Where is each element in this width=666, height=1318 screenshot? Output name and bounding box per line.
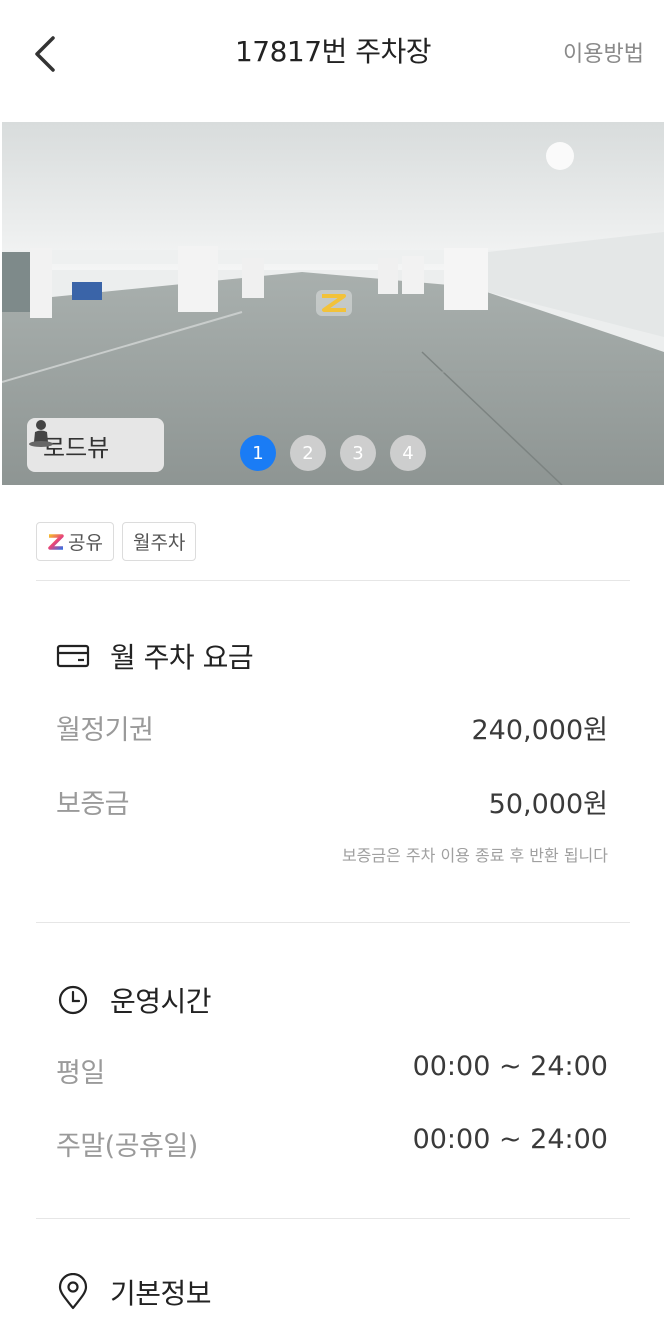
clock-icon <box>58 985 88 1015</box>
weekday-hours: 00:00 ~ 24:00 <box>412 1051 608 1082</box>
usage-guide-link[interactable]: 이용방법 <box>563 36 644 68</box>
location-pin-icon <box>58 1273 88 1310</box>
tag-list: 공유 월주차 <box>36 522 204 561</box>
carousel-pager: 1 2 3 4 <box>240 435 440 471</box>
roadview-button[interactable]: 로드뷰 <box>27 418 164 472</box>
card-icon <box>56 644 90 668</box>
divider <box>36 1218 630 1219</box>
fee-section-title: 월 주차 요금 <box>110 641 254 674</box>
z-logo-icon <box>48 533 64 550</box>
tag-label: 공유 <box>68 532 103 554</box>
info-section-header: 기본정보 <box>56 1272 212 1312</box>
monthly-pass-price: 240,000원 <box>471 715 609 746</box>
tag-monthly: 월주차 <box>121 522 197 561</box>
pager-dot[interactable]: 1 <box>240 435 276 471</box>
deposit-note: 보증금은 주차 이용 종료 후 반환 됩니다 <box>341 846 608 865</box>
divider <box>36 922 630 923</box>
tag-label: 월주차 <box>132 532 186 554</box>
hours-section-title: 운영시간 <box>110 985 212 1018</box>
tag-shared: 공유 <box>36 522 114 561</box>
monthly-pass-label: 월정기권 <box>56 715 154 746</box>
hours-section-header: 운영시간 <box>56 980 212 1020</box>
weekend-label: 주말(공휴일) <box>56 1131 198 1162</box>
pager-dot[interactable]: 4 <box>390 435 426 471</box>
top-bar: 17817번 주차장 이용방법 <box>0 0 666 110</box>
info-section-title: 기본정보 <box>110 1277 212 1310</box>
pager-dot[interactable]: 2 <box>290 435 326 471</box>
deposit-price: 50,000원 <box>488 789 608 820</box>
person-pin-icon <box>29 420 53 447</box>
fee-section-header: 월 주차 요금 <box>56 636 254 676</box>
weekday-label: 평일 <box>56 1058 105 1089</box>
divider <box>36 580 630 581</box>
deposit-label: 보증금 <box>56 789 130 820</box>
weekend-hours: 00:00 ~ 24:00 <box>412 1124 608 1155</box>
parking-photo-carousel[interactable]: 로드뷰 1 2 3 4 <box>2 122 664 485</box>
pager-dot[interactable]: 3 <box>340 435 376 471</box>
